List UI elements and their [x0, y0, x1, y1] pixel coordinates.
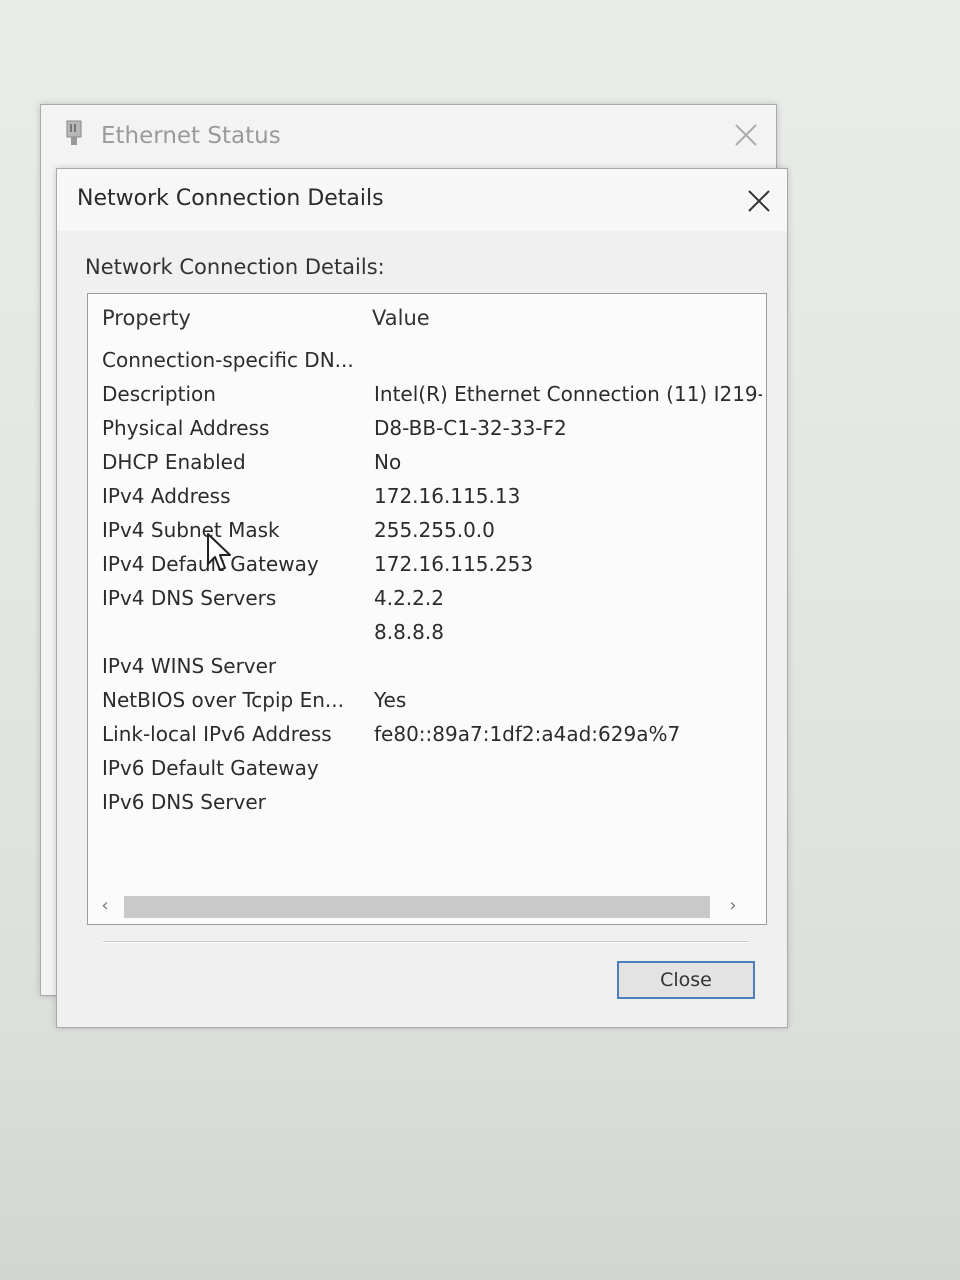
network-connection-details-dialog: Network Connection Details Network Conne…	[56, 168, 788, 1028]
list-header: Property Value	[88, 294, 766, 344]
value-cell: 8.8.8.8	[374, 620, 444, 644]
property-cell: Connection-specific DN...	[102, 348, 354, 372]
table-row[interactable]: 8.8.8.8	[88, 616, 766, 650]
table-row[interactable]: NetBIOS over Tcpip En... Yes	[88, 684, 766, 718]
property-cell: DHCP Enabled	[102, 450, 246, 474]
property-cell: IPv6 DNS Server	[102, 790, 266, 814]
value-cell: No	[374, 450, 402, 474]
table-row[interactable]: Physical Address D8-BB-C1-32-33-F2	[88, 412, 766, 446]
property-cell: IPv4 DNS Servers	[102, 586, 277, 610]
property-cell: Link-local IPv6 Address	[102, 722, 332, 746]
details-rows: Connection-specific DN... Description In…	[88, 344, 766, 820]
section-label: Network Connection Details:	[85, 255, 385, 279]
table-row[interactable]: IPv4 WINS Server	[88, 650, 766, 684]
property-cell: IPv4 WINS Server	[102, 654, 277, 678]
horizontal-scrollbar[interactable]: ‹ ›	[88, 892, 766, 922]
value-cell: Yes	[374, 688, 407, 712]
dialog-title: Network Connection Details	[77, 186, 384, 211]
property-cell: NetBIOS over Tcpip En...	[102, 688, 344, 712]
column-header-value[interactable]: Value	[372, 306, 430, 330]
scrollbar-thumb[interactable]	[124, 896, 710, 918]
table-row[interactable]: IPv4 Address 172.16.115.13	[88, 480, 766, 514]
table-row[interactable]: IPv6 DNS Server	[88, 786, 766, 820]
table-row[interactable]: Description Intel(R) Ethernet Connection…	[88, 378, 766, 412]
table-row[interactable]: IPv4 DNS Servers 4.2.2.2	[88, 582, 766, 616]
value-cell: D8-BB-C1-32-33-F2	[374, 416, 567, 440]
table-row[interactable]: IPv4 Subnet Mask 255.255.0.0	[88, 514, 766, 548]
value-cell: 4.2.2.2	[374, 586, 444, 610]
value-cell: 172.16.115.253	[374, 552, 534, 576]
table-row[interactable]: Connection-specific DN...	[88, 344, 766, 378]
chevron-right-icon[interactable]: ›	[722, 895, 744, 916]
ethernet-status-title: Ethernet Status	[101, 123, 281, 149]
column-header-property[interactable]: Property	[102, 306, 191, 330]
dialog-titlebar: Network Connection Details	[57, 169, 787, 231]
close-button[interactable]: Close	[617, 961, 755, 999]
mouse-pointer-icon	[207, 533, 231, 571]
divider	[103, 941, 749, 943]
table-row[interactable]: DHCP Enabled No	[88, 446, 766, 480]
value-cell: fe80::89a7:1df2:a4ad:629a%7	[374, 722, 681, 746]
table-row[interactable]: IPv6 Default Gateway	[88, 752, 766, 786]
table-row[interactable]: IPv4 Default Gateway 172.16.115.253	[88, 548, 766, 582]
property-cell: Description	[102, 382, 216, 406]
property-cell: Physical Address	[102, 416, 270, 440]
details-listview[interactable]: Property Value Connection-specific DN...…	[87, 293, 767, 925]
value-cell: Intel(R) Ethernet Connection (11) I219-L…	[374, 382, 762, 406]
network-adapter-icon	[66, 120, 82, 145]
value-cell: 172.16.115.13	[374, 484, 521, 508]
property-cell: IPv4 Address	[102, 484, 231, 508]
close-icon[interactable]	[745, 187, 773, 215]
value-cell: 255.255.0.0	[374, 518, 495, 542]
property-cell: IPv6 Default Gateway	[102, 756, 319, 780]
table-row[interactable]: Link-local IPv6 Address fe80::89a7:1df2:…	[88, 718, 766, 752]
close-icon[interactable]	[732, 121, 760, 149]
chevron-left-icon[interactable]: ‹	[94, 895, 116, 916]
